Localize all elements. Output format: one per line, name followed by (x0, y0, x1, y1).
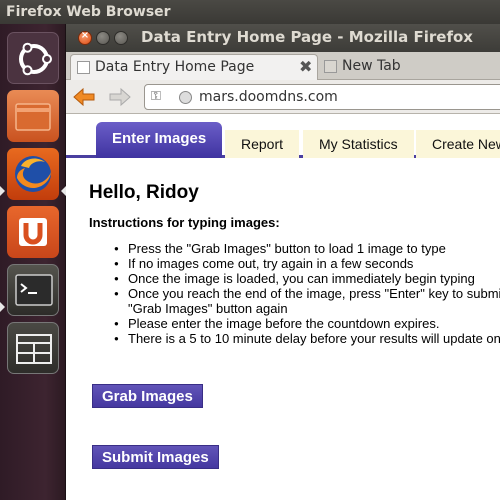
grab-images-button[interactable]: Grab Images (92, 384, 203, 408)
list-item: If no images come out, try again in a fe… (114, 256, 500, 271)
forward-arrow-icon (109, 87, 131, 107)
launcher-terminal-button[interactable] (7, 264, 59, 316)
launcher-software-center-button[interactable] (7, 206, 59, 258)
running-indicator (0, 186, 5, 196)
tab-label: New Tab (342, 58, 401, 74)
site-nav-tabs: Enter Images Report My Statistics Create… (66, 122, 500, 158)
page-favicon-icon (77, 61, 90, 74)
tab-label: Data Entry Home Page (95, 59, 255, 75)
tab-new-tab[interactable]: New Tab (318, 54, 500, 80)
tab-create-new[interactable]: Create New (416, 130, 500, 158)
close-icon: × (80, 30, 90, 41)
app-title: Firefox Web Browser (6, 4, 171, 20)
tab-report[interactable]: Report (225, 130, 300, 158)
workspace-switcher-icon (16, 334, 52, 364)
running-indicator (0, 302, 5, 312)
list-item: Press the "Grab Images" button to load 1… (114, 241, 500, 256)
back-arrow-icon (73, 87, 95, 107)
navigation-toolbar: ⚿ mars.doomdns.com (66, 80, 500, 114)
list-item-continuation: "Grab Images" button again (128, 301, 288, 316)
terminal-icon (15, 274, 53, 306)
globe-icon (179, 91, 192, 104)
tab-enter-images[interactable]: Enter Images (96, 122, 223, 158)
page-content: Enter Images Report My Statistics Create… (66, 114, 500, 500)
back-button[interactable] (72, 86, 96, 108)
launcher-workspaces-button[interactable] (7, 322, 59, 374)
list-item: Once you reach the end of the image, pre… (114, 286, 500, 301)
window-maximize-button[interactable] (114, 31, 128, 45)
forward-button[interactable] (108, 86, 132, 108)
window-titlebar: × Data Entry Home Page - Mozilla Firefox (66, 24, 500, 52)
launcher (0, 24, 66, 500)
instructions-heading: Instructions for typing images: (89, 215, 280, 230)
submit-images-button[interactable]: Submit Images (92, 445, 219, 469)
window-close-button[interactable]: × (78, 30, 92, 45)
window-minimize-button[interactable] (96, 31, 110, 45)
ubuntu-logo-icon (19, 42, 52, 76)
firefox-icon (15, 156, 51, 192)
firefox-window: × Data Entry Home Page - Mozilla Firefox… (66, 24, 500, 500)
launcher-files-button[interactable] (7, 90, 59, 142)
list-item: Once the image is loaded, you can immedi… (114, 271, 500, 286)
top-panel: Firefox Web Browser (0, 0, 500, 24)
ubuntu-one-icon (19, 218, 47, 246)
tab-data-entry[interactable]: Data Entry Home Page ✖ (70, 54, 318, 80)
url-text: mars.doomdns.com (199, 89, 338, 105)
list-item: There is a 5 to 10 minute delay before y… (114, 331, 500, 346)
window-title: Data Entry Home Page - Mozilla Firefox (141, 28, 473, 46)
greeting: Hello, Ridoy (89, 182, 199, 203)
launcher-firefox-button[interactable] (7, 148, 59, 200)
list-item: Please enter the image before the countd… (114, 316, 500, 331)
instructions-list: Press the "Grab Images" button to load 1… (114, 241, 500, 346)
tab-close-icon[interactable]: ✖ (299, 57, 312, 76)
page-favicon-icon (324, 60, 337, 73)
folder-icon (15, 103, 51, 131)
identity-key-icon[interactable]: ⚿ (151, 89, 161, 104)
tab-my-statistics[interactable]: My Statistics (303, 130, 414, 158)
url-bar[interactable]: ⚿ mars.doomdns.com (144, 84, 500, 110)
launcher-dash-button[interactable] (7, 32, 59, 84)
tab-bar: Data Entry Home Page ✖ New Tab (66, 52, 500, 80)
